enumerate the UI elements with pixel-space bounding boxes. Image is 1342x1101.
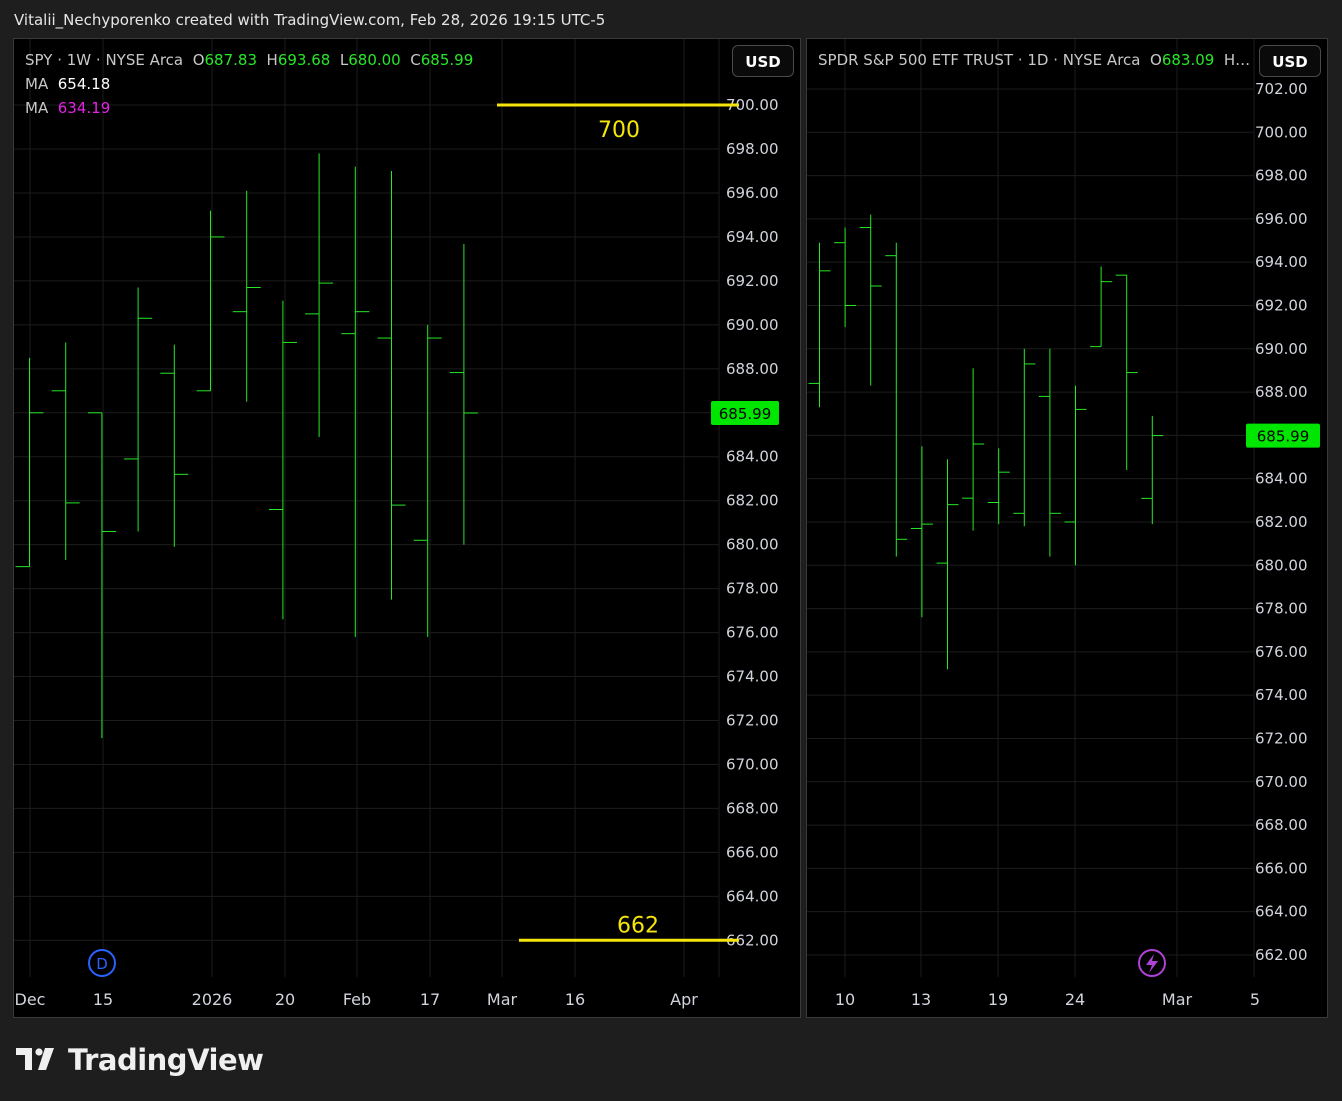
time-axis-label: 19: [988, 990, 1008, 1009]
price-axis-label: 668.00: [1255, 816, 1308, 834]
spy-legend: SPY · 1W · NYSE Arca O687.83 H693.68 L68…: [25, 51, 474, 69]
time-axis-label: 16: [565, 990, 585, 1009]
legend-open-label: O: [192, 51, 205, 69]
price-axis-label: 688.00: [1255, 383, 1308, 401]
time-axis-label: 13: [911, 990, 931, 1009]
price-axis-label: 690.00: [726, 316, 779, 334]
price-axis-label: 670.00: [1255, 773, 1308, 791]
last-price-label: 685.99: [719, 405, 772, 423]
time-axis-label: 10: [835, 990, 855, 1009]
price-axis-label: 682.00: [726, 492, 779, 510]
last-price-label: 685.99: [1257, 428, 1310, 446]
price-axis-label: 670.00: [726, 755, 779, 773]
time-axis-label: 20: [275, 990, 295, 1009]
spdr-legend: SPDR S&P 500 ETF TRUST · 1D · NYSE Arca …: [818, 51, 1251, 69]
page-header: Vitalii_Nechyporenko created with Tradin…: [14, 11, 606, 29]
currency-button[interactable]: USD: [1259, 45, 1321, 77]
time-axis-label: 15: [93, 990, 113, 1009]
time-axis-label: Mar: [1162, 990, 1193, 1009]
price-axis-label: 674.00: [726, 668, 779, 686]
ma1-value: 654.18: [57, 75, 111, 93]
annotation-label-700: 700: [598, 118, 640, 143]
tradingview-logo[interactable]: TradingView: [16, 1043, 264, 1077]
time-axis-label: 17: [420, 990, 440, 1009]
price-axis-label: 676.00: [1255, 643, 1308, 661]
price-axis-label: 694.00: [1255, 253, 1308, 271]
legend-low-value: 680.00: [348, 51, 401, 69]
price-axis-label: 672.00: [1255, 729, 1308, 747]
spy-weekly-chart[interactable]: 700.00698.00696.00694.00692.00690.00688.…: [14, 39, 801, 1018]
legend-symbol[interactable]: SPY: [25, 51, 52, 69]
legend-name[interactable]: SPDR S&P 500 ETF TRUST: [818, 51, 1013, 69]
price-axis-label: 682.00: [1255, 513, 1308, 531]
brand-name: TradingView: [68, 1043, 264, 1077]
price-axis-label: 664.00: [726, 887, 779, 905]
price-axis-label: 688.00: [726, 360, 779, 378]
tradingview-logo-icon: [16, 1048, 54, 1070]
price-axis-label: 702.00: [1255, 80, 1308, 98]
price-axis-label: 692.00: [726, 272, 779, 290]
legend-high-label: H: [266, 51, 278, 69]
legend-exchange: NYSE Arca: [105, 51, 184, 69]
price-axis-label: 690.00: [1255, 340, 1308, 358]
dividend-badge-label: D: [96, 955, 108, 973]
legend-high-value: 693.68: [277, 51, 331, 69]
ma1-label: MA: [25, 75, 49, 93]
price-axis-label: 674.00: [1255, 686, 1308, 704]
price-axis-label: 680.00: [1255, 556, 1308, 574]
price-axis-label: 692.00: [1255, 296, 1308, 314]
price-axis-label: 698.00: [1255, 167, 1308, 185]
legend-exchange: NYSE Arca: [1062, 51, 1141, 69]
price-axis-label: 696.00: [1255, 210, 1308, 228]
price-axis-label: 678.00: [1255, 600, 1308, 618]
price-axis-label: 668.00: [726, 799, 779, 817]
legend-open-value: 687.83: [204, 51, 258, 69]
legend-open-value: 683.09: [1161, 51, 1215, 69]
price-axis-label: 684.00: [726, 448, 779, 466]
ma2-label: MA: [25, 99, 49, 117]
price-axis-label: 678.00: [726, 580, 779, 598]
legend-truncated: H…: [1223, 51, 1251, 69]
currency-button[interactable]: USD: [732, 45, 794, 77]
price-axis-label: 698.00: [726, 140, 779, 158]
spy-weekly-chart-panel[interactable]: 700.00 698.00 696.00 694.00 692.00 690.00 688.…: [13, 38, 801, 1018]
price-axis-label: 680.00: [726, 536, 779, 554]
legend-interval: 1W: [66, 51, 92, 69]
ma2-value: 634.19: [57, 99, 111, 117]
price-axis-label: 696.00: [726, 184, 779, 202]
price-axis-label: 664.00: [1255, 903, 1308, 921]
price-axis-label: 666.00: [726, 843, 779, 861]
legend-interval: 1D: [1027, 51, 1049, 69]
time-axis-label: 2026: [192, 990, 233, 1009]
price-axis-label: 684.00: [1255, 470, 1308, 488]
legend-open-label: O: [1150, 51, 1162, 69]
price-axis-label: 694.00: [726, 228, 779, 246]
ma1-legend[interactable]: MA 654.18: [25, 75, 110, 93]
spy-daily-chart-panel[interactable]: 702.00 700.00 698.00 696.00 694.00 692.00 690.…: [806, 38, 1328, 1018]
time-axis-label: Feb: [343, 990, 371, 1009]
price-axis-label: 676.00: [726, 624, 779, 642]
price-axis-label: 662.00: [1255, 946, 1308, 964]
legend-close-label: C: [410, 51, 421, 69]
legend-close-value: 685.99: [420, 51, 474, 69]
spy-daily-chart[interactable]: 702.00 700.00 698.00 696.00 694.00 692.00 690.…: [807, 39, 1328, 1018]
time-axis-label: Dec: [15, 990, 46, 1009]
price-axis-label: 666.00: [1255, 859, 1308, 877]
time-axis-label: 5: [1250, 990, 1260, 1009]
price-axis-label: 700.00: [1255, 123, 1308, 141]
ma2-legend[interactable]: MA 634.19: [25, 99, 110, 117]
time-axis-label: Mar: [487, 990, 518, 1009]
annotation-label-662: 662: [617, 913, 659, 938]
time-axis-label: Apr: [670, 990, 698, 1009]
price-axis-label: 672.00: [726, 712, 779, 730]
legend-low-label: L: [339, 51, 349, 69]
time-axis-label: 24: [1065, 990, 1085, 1009]
